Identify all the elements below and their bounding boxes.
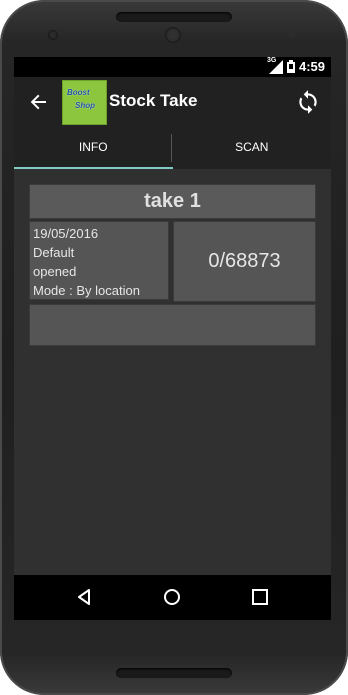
refresh-icon[interactable] [295, 89, 321, 115]
app-logo: Boost Shop [62, 80, 107, 125]
app-bar: Boost Shop Stock Take [14, 77, 331, 127]
tab-scan[interactable]: SCAN [173, 127, 332, 169]
take-count: 0/68873 [173, 221, 316, 302]
home-circle-icon[interactable] [162, 587, 182, 607]
take-mode: Mode : By location [33, 283, 140, 298]
device-screen: 3G 4:59 Boost Shop Stock Take INFO SCAN … [14, 57, 331, 620]
empty-panel [29, 304, 316, 346]
take-details: 19/05/2016 Default opened Mode : By loca… [29, 221, 169, 300]
signal-icon: 3G [266, 57, 283, 74]
notification-led [288, 31, 295, 38]
logo-text-bottom: Shop [75, 101, 95, 110]
navigation-bar [14, 575, 331, 620]
logo-text-top: Boost [67, 88, 90, 97]
tab-bar: INFO SCAN [14, 127, 331, 169]
take-location: Default [33, 245, 75, 260]
status-time: 4:59 [298, 59, 325, 74]
back-arrow-icon[interactable] [28, 91, 50, 113]
take-state: opened [33, 264, 77, 279]
recents-square-icon[interactable] [250, 587, 270, 607]
page-title: Stock Take [109, 91, 198, 110]
proximity-sensor [165, 27, 181, 43]
earpiece-speaker [116, 12, 232, 22]
phone-frame: 3G 4:59 Boost Shop Stock Take INFO SCAN … [0, 0, 348, 695]
battery-icon [286, 60, 295, 73]
take-date: 19/05/2016 [33, 226, 99, 241]
tab-divider [171, 134, 172, 162]
back-triangle-icon[interactable] [74, 587, 94, 607]
info-panel: take 1 19/05/2016 Default opened Mode : … [14, 169, 331, 575]
status-bar: 3G 4:59 [14, 57, 331, 77]
tab-info[interactable]: INFO [14, 127, 173, 169]
network-type: 3G [266, 57, 277, 64]
take-name: take 1 [29, 184, 316, 219]
front-camera [48, 30, 58, 40]
bottom-speaker [116, 668, 232, 678]
